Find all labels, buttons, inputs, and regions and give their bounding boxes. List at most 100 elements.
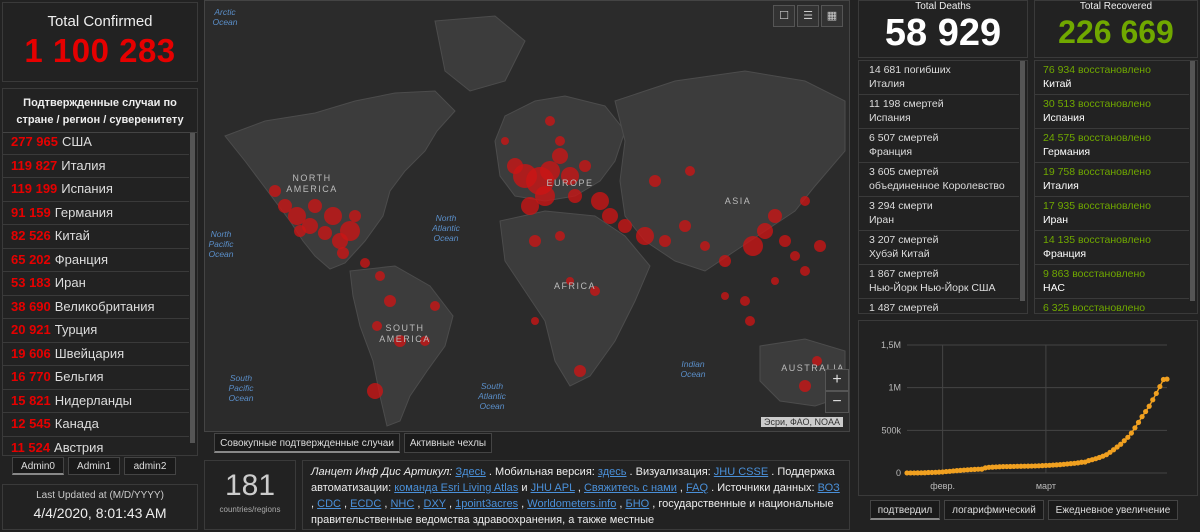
country-list[interactable]: 277 965 США 119 827 Италия 119 199 Испания 91 …: [3, 131, 189, 455]
recovered-row[interactable]: 9 863 восстановлено НАС: [1035, 265, 1189, 299]
case-bubble[interactable]: [579, 160, 591, 172]
zoom-in-button[interactable]: +: [825, 369, 849, 391]
chart-point[interactable]: [1150, 397, 1156, 403]
recovered-row[interactable]: 30 513 восстановлено Испания: [1035, 95, 1189, 129]
country-row[interactable]: 15 821 Нидерланды: [3, 390, 189, 413]
bookmark-icon[interactable]: ☐: [773, 5, 795, 27]
source-link[interactable]: DXY: [424, 498, 446, 510]
case-bubble[interactable]: [591, 192, 609, 210]
recovered-list-scrollbar[interactable]: [1190, 61, 1195, 301]
case-bubble[interactable]: [685, 166, 695, 176]
country-row[interactable]: 19 606 Швейцария: [3, 343, 189, 366]
case-bubble[interactable]: [719, 255, 731, 267]
country-row[interactable]: 91 159 Германия: [3, 202, 189, 225]
chart-point[interactable]: [1125, 434, 1131, 440]
case-bubble[interactable]: [799, 380, 811, 392]
case-bubble[interactable]: [700, 241, 710, 251]
case-bubble[interactable]: [430, 301, 440, 311]
case-bubble[interactable]: [337, 247, 349, 259]
source-link[interactable]: БНО: [626, 498, 650, 510]
deaths-list-scrollbar[interactable]: [1020, 61, 1025, 301]
case-bubble[interactable]: [745, 316, 755, 326]
country-row[interactable]: 16 770 Бельгия: [3, 366, 189, 390]
source-link[interactable]: ВОЗ: [818, 482, 840, 494]
case-bubble[interactable]: [740, 296, 750, 306]
case-bubble[interactable]: [757, 223, 773, 239]
case-bubble[interactable]: [375, 271, 385, 281]
source-link[interactable]: ECDC: [350, 498, 381, 510]
case-bubble[interactable]: [800, 266, 810, 276]
case-bubble[interactable]: [501, 137, 509, 145]
tab-admin0[interactable]: Admin0: [12, 457, 64, 475]
case-bubble[interactable]: [531, 317, 539, 325]
recovered-row[interactable]: 14 135 восстановлено Франция: [1035, 231, 1189, 265]
chart-point[interactable]: [1164, 376, 1170, 382]
country-row[interactable]: 82 526 Китай: [3, 225, 189, 249]
country-list-scrollbar[interactable]: [190, 133, 195, 443]
country-row[interactable]: 12 545 Канада: [3, 413, 189, 437]
source-link[interactable]: NHC: [390, 498, 414, 510]
case-bubble[interactable]: [294, 225, 306, 237]
tab-active-cases[interactable]: Активные чехлы: [404, 433, 492, 453]
deaths-row[interactable]: 11 198 смертей Испания: [859, 95, 1019, 129]
chart-point[interactable]: [1143, 408, 1149, 415]
case-bubble[interactable]: [790, 251, 800, 261]
tab-chart-logarithmic[interactable]: логарифмический: [944, 500, 1044, 520]
case-bubble[interactable]: [574, 365, 586, 377]
case-bubble[interactable]: [545, 116, 555, 126]
recovered-row[interactable]: 17 935 восстановлено Иран: [1035, 197, 1189, 231]
deaths-row[interactable]: 1 487 смертей: [859, 299, 1019, 313]
case-bubble[interactable]: [552, 148, 568, 164]
country-row[interactable]: 119 199 Испания: [3, 178, 189, 202]
case-bubble[interactable]: [349, 210, 361, 222]
recovered-row[interactable]: 6 325 восстановлено: [1035, 299, 1189, 313]
zoom-out-button[interactable]: −: [825, 391, 849, 413]
source-link[interactable]: 1point3acres: [455, 498, 518, 510]
country-row[interactable]: 65 202 Франция: [3, 249, 189, 272]
chart-point[interactable]: [1135, 419, 1142, 425]
recovered-row[interactable]: 19 758 восстановлено Италия: [1035, 163, 1189, 197]
case-bubble[interactable]: [555, 231, 565, 241]
country-row[interactable]: 20 921 Турция: [3, 319, 189, 343]
basemap-gallery-icon[interactable]: ▦: [821, 5, 843, 27]
jhu-apl-link[interactable]: JHU APL: [531, 482, 575, 494]
recovered-row[interactable]: 24 575 восстановлено Германия: [1035, 129, 1189, 163]
case-bubble[interactable]: [814, 240, 826, 252]
case-bubble[interactable]: [679, 220, 691, 232]
deaths-list-panel[interactable]: 14 681 погибших Италия 11 198 смертей Испан…: [858, 60, 1028, 314]
esri-link[interactable]: команда Esri Living Atlas: [394, 482, 518, 494]
case-bubble[interactable]: [768, 209, 782, 223]
case-bubble[interactable]: [771, 277, 779, 285]
case-bubble[interactable]: [568, 189, 582, 203]
deaths-row[interactable]: 3 294 смерти Иран: [859, 197, 1019, 231]
chart-point[interactable]: [1146, 403, 1152, 409]
case-bubble[interactable]: [721, 292, 729, 300]
recovered-list-panel[interactable]: 76 934 восстановлено Китай 30 513 восстано…: [1034, 60, 1198, 314]
tab-cumulative-confirmed[interactable]: Совокупные подтвержденные случаи: [214, 433, 400, 453]
article-link[interactable]: Здесь: [455, 466, 485, 478]
deaths-row[interactable]: 14 681 погибших Италия: [859, 61, 1019, 95]
recovered-row[interactable]: 76 934 восстановлено Китай: [1035, 61, 1189, 95]
case-bubble[interactable]: [367, 383, 383, 399]
faq-link[interactable]: FAQ: [686, 482, 708, 494]
case-bubble[interactable]: [649, 175, 661, 187]
case-bubble[interactable]: [555, 136, 565, 146]
case-bubble[interactable]: [618, 219, 632, 233]
case-bubble[interactable]: [308, 199, 322, 213]
chart-point[interactable]: [1153, 390, 1159, 397]
case-bubble[interactable]: [318, 226, 332, 240]
case-bubble[interactable]: [636, 227, 654, 245]
world-map[interactable]: NORTH AMERICA SOUTH AMERICA EUROPE AFRIC…: [204, 0, 850, 432]
jhu-csse-link[interactable]: JHU CSSE: [714, 466, 768, 478]
tab-admin1[interactable]: Admin1: [68, 457, 120, 475]
chart-point[interactable]: [1132, 425, 1138, 431]
case-bubble[interactable]: [324, 207, 342, 225]
country-row[interactable]: 38 690 Великобритания: [3, 296, 189, 319]
deaths-row[interactable]: 1 867 смертей Нью-Йорк Нью-Йорк США: [859, 265, 1019, 299]
deaths-row[interactable]: 6 507 смертей Франция: [859, 129, 1019, 163]
case-bubble[interactable]: [360, 258, 370, 268]
deaths-row[interactable]: 3 605 смертей объединенное Королевство: [859, 163, 1019, 197]
mobile-version-link[interactable]: здесь: [598, 466, 627, 478]
case-bubble[interactable]: [800, 196, 810, 206]
country-row[interactable]: 119 827 Италия: [3, 155, 189, 178]
